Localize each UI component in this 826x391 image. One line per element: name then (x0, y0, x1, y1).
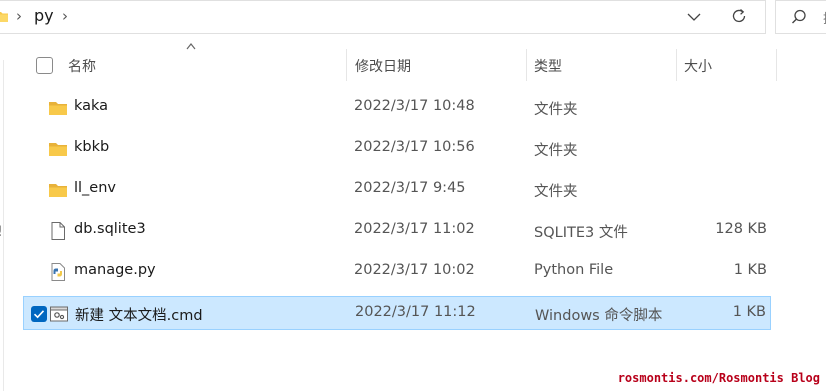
search-box[interactable]: 搜 (775, 0, 826, 34)
column-header: 名称 修改日期 类型 大小 (0, 45, 778, 85)
file-icon (51, 222, 65, 240)
checkmark-icon (33, 310, 45, 319)
file-row-kbkb[interactable]: kbkb 2022/3/17 10:56 文件夹 (23, 132, 771, 166)
navigation-pane-glyph: ! (0, 224, 3, 240)
python-file-icon (51, 263, 65, 281)
file-type: SQLITE3 文件 (534, 225, 628, 241)
sort-ascending-icon (186, 43, 196, 50)
file-date: 2022/3/17 10:02 (354, 262, 475, 278)
file-type: Windows 命令脚本 (535, 308, 663, 324)
folder-icon (49, 143, 67, 156)
file-name: ll_env (74, 180, 116, 196)
file-date: 2022/3/17 9:45 (354, 180, 466, 196)
file-date: 2022/3/17 10:48 (354, 98, 475, 114)
file-name: kbkb (74, 139, 110, 155)
file-row-db-sqlite3[interactable]: db.sqlite3 2022/3/17 11:02 SQLITE3 文件 12… (23, 214, 771, 248)
column-type-header[interactable]: 类型 (534, 56, 562, 76)
select-all-checkbox[interactable] (36, 57, 53, 74)
file-size: 1 KB (732, 304, 766, 320)
column-size-header[interactable]: 大小 (684, 56, 712, 76)
file-type: Python File (534, 262, 614, 278)
column-divider[interactable] (676, 49, 677, 81)
file-type: 文件夹 (534, 184, 578, 200)
column-divider[interactable] (776, 49, 777, 81)
chevron-right-icon[interactable]: › (16, 7, 22, 25)
folder-icon (0, 12, 8, 22)
search-icon (792, 9, 806, 24)
chevron-down-icon[interactable] (686, 9, 702, 25)
column-date-header[interactable]: 修改日期 (355, 56, 411, 76)
file-name: 新建 文本文档.cmd (75, 308, 203, 324)
file-type: 文件夹 (534, 102, 578, 118)
column-name-header[interactable]: 名称 (68, 56, 96, 76)
file-row-manage-py[interactable]: manage.py 2022/3/17 10:02 Python File 1 … (23, 255, 771, 289)
file-row-cmd-selected[interactable]: 新建 文本文档.cmd 2022/3/17 11:12 Windows 命令脚本… (23, 296, 771, 330)
refresh-icon[interactable] (730, 7, 748, 25)
file-date: 2022/3/17 10:56 (354, 139, 475, 155)
address-bar[interactable]: › py › (0, 0, 766, 34)
cmd-file-icon (50, 306, 68, 322)
file-name: kaka (74, 98, 109, 114)
file-size: 128 KB (715, 221, 767, 237)
row-checkbox-checked[interactable] (31, 306, 47, 322)
folder-icon (49, 184, 67, 197)
file-date: 2022/3/17 11:12 (355, 304, 476, 320)
file-type: 文件夹 (534, 143, 578, 159)
file-size: 1 KB (733, 262, 767, 278)
column-divider[interactable] (346, 49, 347, 81)
folder-icon (49, 102, 67, 115)
file-row-kaka[interactable]: kaka 2022/3/17 10:48 文件夹 (23, 91, 771, 125)
file-date: 2022/3/17 11:02 (354, 221, 475, 237)
file-row-ll-env[interactable]: ll_env 2022/3/17 9:45 文件夹 (23, 173, 771, 207)
file-name: db.sqlite3 (74, 221, 146, 237)
breadcrumb-py[interactable]: py (34, 6, 54, 25)
chevron-right-icon[interactable]: › (62, 7, 68, 25)
watermark: rosmontis.com/Rosmontis Blog (617, 371, 820, 385)
file-name: manage.py (74, 262, 156, 278)
column-divider[interactable] (526, 49, 527, 81)
